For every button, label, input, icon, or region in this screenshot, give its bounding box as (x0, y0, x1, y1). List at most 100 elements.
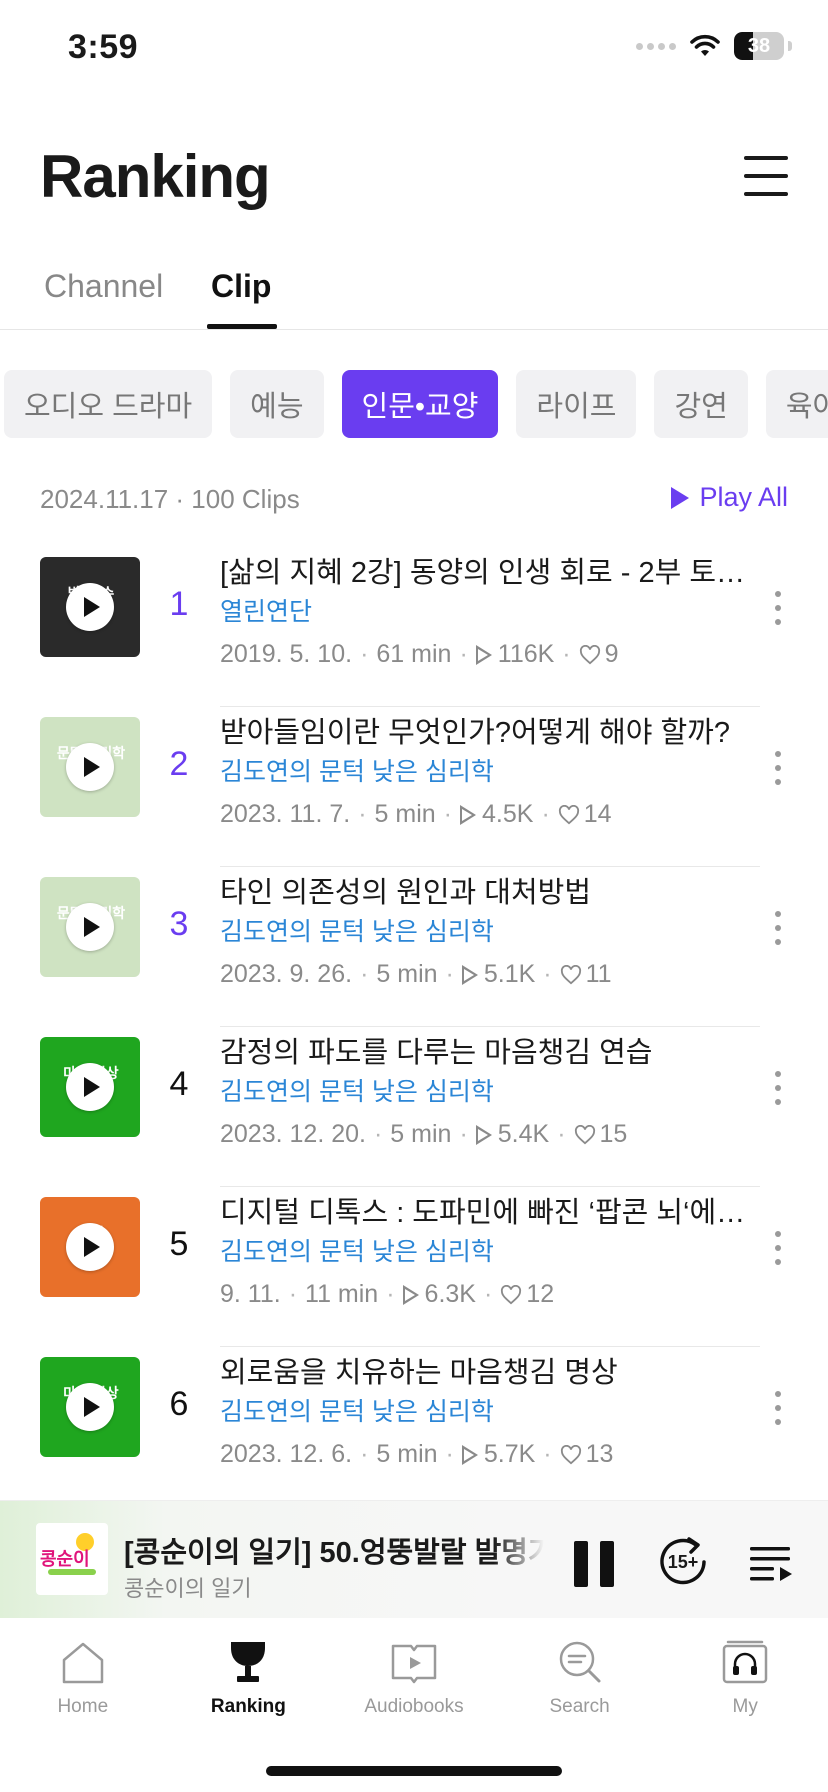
tab-clip[interactable]: Clip (211, 268, 271, 305)
play-icon[interactable] (66, 1063, 114, 1111)
dot-separator: · (459, 640, 468, 668)
clip-info: 디지털 디톡스 : 도파민에 빠진 ‘팝콘 뇌‘에서 벗어나기 김도연의 문턱 … (220, 1187, 760, 1347)
chip-audio-drama[interactable]: 오디오 드라마 (4, 370, 213, 438)
clip-plays: 6.3K (424, 1280, 476, 1308)
nav-my[interactable]: My (662, 1618, 828, 1738)
tab-channel[interactable]: Channel (44, 268, 163, 305)
clip-channel[interactable]: 김도연의 문턱 낮은 심리학 (220, 912, 494, 948)
dot-separator: · (386, 1280, 395, 1308)
play-icon[interactable] (66, 1383, 114, 1431)
clip-likes: 15 (599, 1120, 628, 1148)
play-count-icon (460, 804, 476, 825)
clip-likes: 13 (585, 1440, 614, 1468)
dot-separator: · (557, 1120, 566, 1148)
clip-title[interactable]: 감정의 파도를 다루는 마음챙김 연습 (220, 1029, 760, 1071)
clip-title[interactable]: 받아들임이란 무엇인가?어떻게 해야 할까? (220, 709, 760, 751)
chip-life[interactable]: 라이프 (516, 370, 637, 438)
clip-thumbnail[interactable]: 마음 명상 (40, 1357, 140, 1457)
clip-likes: 11 (585, 960, 612, 988)
clip-row[interactable]: 마음 명상 6 외로움을 치유하는 마음챙김 명상 김도연의 문턱 낮은 심리학… (0, 1347, 828, 1507)
clip-thumbnail[interactable]: 마음 명상 (40, 1037, 140, 1137)
more-options-button[interactable] (768, 911, 788, 945)
clip-thumbnail[interactable]: 문턱 (40, 1197, 140, 1297)
pause-button[interactable] (574, 1541, 614, 1587)
queue-icon[interactable] (750, 1543, 792, 1583)
play-count-icon (402, 1284, 419, 1305)
clip-date: 2023. 12. 6. (220, 1440, 353, 1468)
play-count-icon (475, 644, 492, 665)
clip-info: 외로움을 치유하는 마음챙김 명상 김도연의 문턱 낮은 심리학 2023. 1… (220, 1347, 760, 1507)
clip-duration: 5 min (376, 1440, 438, 1468)
clip-row[interactable]: 문턱 심리학 2 받아들임이란 무엇인가?어떻게 해야 할까? 김도연의 문턱 … (0, 707, 828, 867)
clip-channel[interactable]: 김도연의 문턱 낮은 심리학 (220, 1392, 494, 1428)
more-options-button[interactable] (768, 751, 788, 785)
nav-home[interactable]: Home (0, 1618, 166, 1738)
clip-thumbnail[interactable]: 문턱 심리학 (40, 717, 140, 817)
chip-entertainment[interactable]: 예능 (230, 370, 324, 438)
home-indicator (266, 1766, 562, 1776)
clip-duration: 61 min (376, 640, 452, 668)
more-options-button[interactable] (768, 1071, 788, 1105)
dot-separator: · (483, 1280, 493, 1308)
clip-stats: 2019. 5. 10. · 61 min · 116K · 9 (220, 640, 619, 669)
clip-channel[interactable]: 열린연단 (220, 592, 312, 628)
clip-plays: 116K (497, 640, 555, 668)
mini-player-artwork[interactable]: 콩순이 (36, 1523, 108, 1595)
clip-likes: 12 (526, 1280, 555, 1308)
clip-row[interactable]: 박 일 수 1 [삶의 지혜 2강] 동양의 인생 회로 - 2부 토크콘서트 … (0, 547, 828, 707)
play-icon (671, 486, 690, 509)
play-all-button[interactable]: Play All (671, 482, 788, 513)
heart-icon (558, 804, 579, 824)
play-icon[interactable] (66, 903, 114, 951)
clip-thumbnail[interactable]: 문턱 심리학 (40, 877, 140, 977)
nav-search-label: Search (549, 1696, 610, 1717)
mini-player[interactable]: 콩순이 [콩순이의 일기] 50.엉뚱발랄 발명가, 콩순이 콩순이의 일기 1… (0, 1500, 828, 1618)
heart-icon (560, 964, 581, 984)
clip-duration: 5 min (376, 960, 438, 988)
clip-title[interactable]: 타인 의존성의 원인과 대처방법 (220, 869, 760, 911)
clip-rank: 6 (169, 1385, 189, 1423)
chip-humanities[interactable]: 인문•교양 (341, 370, 499, 438)
clip-title[interactable]: [삶의 지혜 2강] 동양의 인생 회로 - 2부 토크콘서트 (220, 549, 760, 591)
clip-row[interactable]: 문턱 심리학 3 타인 의존성의 원인과 대처방법 김도연의 문턱 낮은 심리학… (0, 867, 828, 1027)
clip-channel[interactable]: 김도연의 문턱 낮은 심리학 (220, 1232, 494, 1268)
play-icon[interactable] (66, 583, 114, 631)
nav-ranking[interactable]: Ranking (166, 1618, 332, 1738)
status-time: 3:59 (68, 28, 139, 66)
status-bar: 3:59 38 (0, 0, 828, 100)
play-all-label: Play All (699, 482, 788, 512)
nav-home-label: Home (57, 1696, 109, 1717)
clip-stats: 2023. 12. 6. · 5 min · 5.7K · 13 (220, 1440, 613, 1469)
cellular-signal-icon (636, 42, 676, 50)
mini-player-title[interactable]: [콩순이의 일기] 50.엉뚱발랄 발명가, 콩순이 (124, 1529, 544, 1571)
clip-channel[interactable]: 김도연의 문턱 낮은 심리학 (220, 1072, 494, 1108)
clip-duration: 5 min (390, 1120, 452, 1148)
dot-separator: · (543, 1440, 552, 1468)
chip-lecture[interactable]: 강연 (654, 370, 748, 438)
play-icon[interactable] (66, 743, 114, 791)
clip-title[interactable]: 외로움을 치유하는 마음챙김 명상 (220, 1349, 760, 1391)
dot-separator: · (459, 1120, 468, 1148)
dot-separator: · (360, 1440, 369, 1468)
clip-row[interactable]: 문턱 5 디지털 디톡스 : 도파민에 빠진 ‘팝콘 뇌‘에서 벗어나기 김도연… (0, 1187, 828, 1347)
heart-icon (579, 644, 600, 664)
clip-plays: 4.5K (482, 800, 534, 828)
clip-rank: 1 (169, 585, 189, 623)
book-icon (391, 1644, 437, 1684)
chip-parenting[interactable]: 육아 (765, 370, 828, 438)
play-icon[interactable] (66, 1223, 114, 1271)
clip-rank: 3 (169, 905, 189, 943)
more-options-button[interactable] (768, 591, 788, 625)
more-options-button[interactable] (768, 1391, 788, 1425)
nav-search[interactable]: Search (497, 1618, 663, 1738)
clip-title[interactable]: 디지털 디톡스 : 도파민에 빠진 ‘팝콘 뇌‘에서 벗어나기 (220, 1189, 760, 1231)
clip-likes: 14 (583, 800, 612, 828)
skip-forward-button[interactable]: 15+ (656, 1535, 710, 1589)
clip-channel[interactable]: 김도연의 문턱 낮은 심리학 (220, 752, 494, 788)
clip-thumbnail[interactable]: 박 일 수 (40, 557, 140, 657)
menu-button[interactable] (744, 156, 788, 196)
more-options-button[interactable] (768, 1231, 788, 1265)
clip-row[interactable]: 마음 명상 4 감정의 파도를 다루는 마음챙김 연습 김도연의 문턱 낮은 심… (0, 1027, 828, 1187)
clip-date: 9. 11. (220, 1280, 281, 1308)
nav-audiobooks[interactable]: Audiobooks (331, 1618, 497, 1738)
